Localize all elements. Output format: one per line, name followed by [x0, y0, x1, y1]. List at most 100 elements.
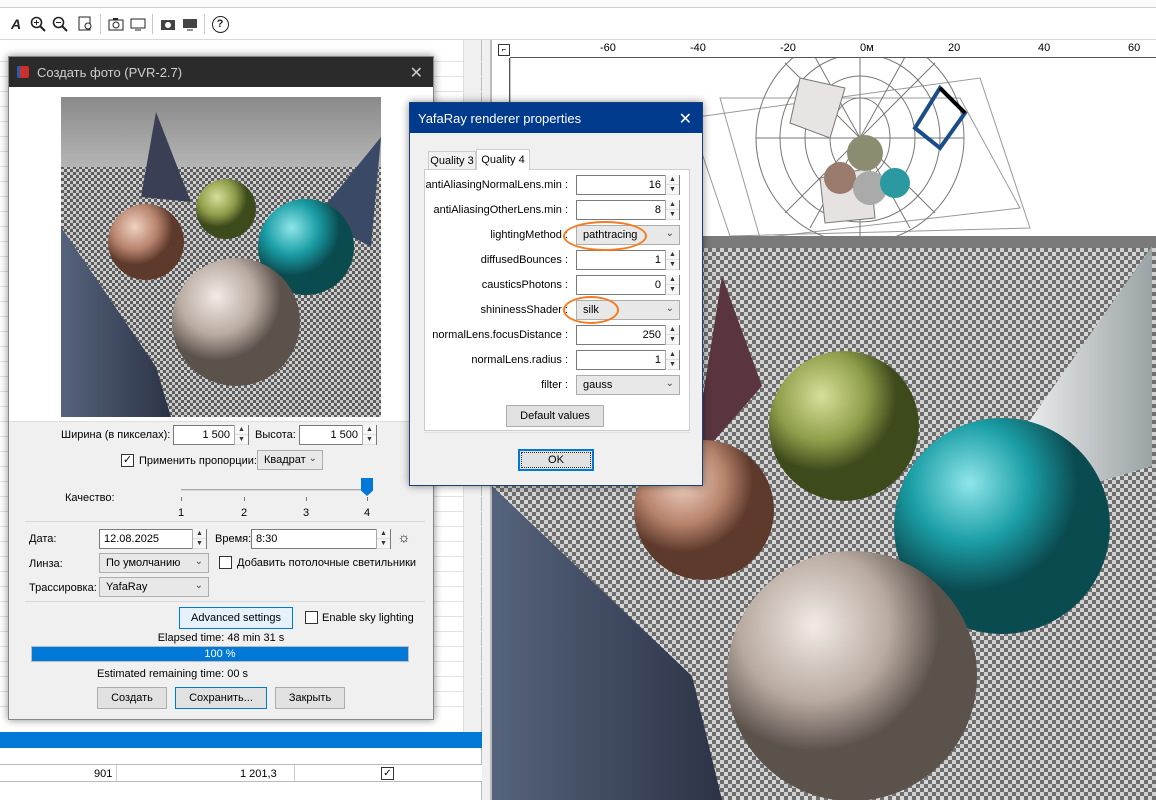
property-label: lightingMethod :	[490, 229, 568, 241]
property-spin-input[interactable]: 8 ▲ ▼	[576, 200, 680, 220]
chevron-down-icon: ⌄	[308, 453, 317, 464]
date-input[interactable]: 12.08.2025 ▲ ▼	[99, 529, 207, 549]
property-spin-input[interactable]: 250 ▲ ▼	[576, 325, 680, 345]
zoom-out-icon[interactable]	[50, 14, 70, 34]
elapsed-time: Elapsed time: 48 min 31 s	[157, 632, 285, 644]
tab-quality-3[interactable]: Quality 3	[428, 151, 476, 169]
property-value: 1	[654, 354, 661, 366]
remaining-time: Estimated remaining time: 00 s	[97, 668, 249, 680]
spinner[interactable]: ▲ ▼	[665, 275, 679, 295]
spinner[interactable]: ▲ ▼	[665, 325, 679, 345]
table-row[interactable]: 901 1 201,3 ✓	[0, 764, 482, 782]
width-input[interactable]: 1 500 ▲ ▼	[173, 425, 249, 445]
keep-proportions-checkbox[interactable]: ✓	[121, 454, 134, 467]
sun-icon[interactable]: ☼	[395, 529, 413, 547]
property-value: 16	[648, 179, 661, 191]
property-label: diffusedBounces :	[480, 254, 568, 266]
save-button[interactable]: Сохранить...	[175, 687, 267, 709]
width-spinner[interactable]: ▲ ▼	[234, 425, 248, 445]
property-select[interactable]: gauss ⌄	[576, 375, 680, 395]
annotation-highlight-ring	[563, 296, 619, 324]
close-icon[interactable]: ✕	[410, 63, 423, 83]
dialog-titlebar[interactable]: Создать фото (PVR-2.7) ✕	[9, 57, 433, 87]
help-icon[interactable]: ?	[210, 14, 230, 34]
ruler-top: -60 -40 -20 0м 20 40 60	[510, 40, 1156, 58]
chevron-down-icon: ⌄	[665, 378, 674, 389]
sky-lighting-checkbox[interactable]	[305, 611, 318, 624]
progress-text: 100 %	[204, 648, 236, 660]
zoom-in-icon[interactable]	[28, 14, 48, 34]
text-icon[interactable]: A	[6, 14, 26, 34]
quality-slider-thumb[interactable]	[361, 478, 373, 496]
property-label: normalLens.radius :	[471, 354, 568, 366]
property-label: normalLens.focusDistance :	[432, 329, 568, 341]
default-values-button[interactable]: Default values	[506, 405, 604, 427]
quality-label: Качество:	[65, 492, 115, 504]
camera-icon[interactable]	[106, 14, 126, 34]
dialog-titlebar[interactable]: YafaRay renderer properties ✕	[410, 103, 702, 133]
photo-icon[interactable]	[158, 14, 178, 34]
date-label: Дата:	[29, 533, 57, 545]
chevron-down-icon: ⌄	[194, 580, 203, 591]
lens-label: Линза:	[29, 558, 63, 570]
advanced-settings-button[interactable]: Advanced settings	[179, 607, 293, 629]
proportions-select[interactable]: Квадрат ⌄	[257, 450, 323, 470]
render-progress-bar: 100 %	[31, 646, 409, 662]
property-spin-input[interactable]: 1 ▲ ▼	[576, 250, 680, 270]
ruler-origin-icon[interactable]: ⌐	[498, 44, 510, 56]
height-label: Высота:	[255, 429, 296, 441]
yafaray-properties-dialog: YafaRay renderer properties ✕ Quality 3 …	[409, 102, 703, 486]
date-spinner[interactable]: ▲ ▼	[192, 529, 206, 549]
video-icon[interactable]	[180, 14, 200, 34]
quality-tick-label: 2	[241, 507, 248, 519]
quality-tick-label: 1	[178, 507, 185, 519]
table-cell: 1 201,3	[240, 768, 277, 780]
spinner[interactable]: ▲ ▼	[665, 350, 679, 370]
property-value: 1	[654, 254, 661, 266]
quality-tick-label: 4	[364, 507, 371, 519]
close-button[interactable]: Закрыть	[275, 687, 345, 709]
create-photo-dialog: Создать фото (PVR-2.7) ✕ Ширина (в пиксе…	[8, 56, 434, 720]
annotation-highlight-ring	[563, 221, 647, 251]
property-value: 250	[642, 329, 661, 341]
renderer-select[interactable]: YafaRay ⌄	[99, 577, 209, 597]
spinner[interactable]: ▲ ▼	[665, 250, 679, 270]
height-input[interactable]: 1 500 ▲ ▼	[299, 425, 377, 445]
time-spinner[interactable]: ▲ ▼	[376, 529, 390, 549]
spinner[interactable]: ▲ ▼	[665, 200, 679, 220]
property-label: causticsPhotons :	[481, 279, 568, 291]
close-icon[interactable]: ✕	[679, 109, 692, 129]
renderer-label: Трассировка:	[29, 582, 97, 594]
dialog-title: Создать фото (PVR-2.7)	[37, 64, 183, 80]
quality-slider-track[interactable]	[181, 489, 371, 491]
selected-table-row[interactable]	[0, 732, 482, 748]
chevron-down-icon: ⌄	[665, 303, 674, 314]
table-checkbox[interactable]: ✓	[381, 767, 394, 780]
time-input[interactable]: 8:30 ▲ ▼	[251, 529, 391, 549]
height-spinner[interactable]: ▲ ▼	[362, 425, 376, 445]
property-spin-input[interactable]: 16 ▲ ▼	[576, 175, 680, 195]
lens-select[interactable]: По умолчанию ⌄	[99, 553, 209, 573]
table-cell: 901	[94, 768, 113, 780]
ok-button[interactable]: OK	[518, 449, 594, 471]
property-value: 8	[654, 204, 661, 216]
app-logo-icon	[17, 66, 29, 78]
render-preview-image	[61, 97, 381, 417]
property-label: shininessShader :	[480, 304, 568, 316]
property-label: antiAliasingOtherLens.min :	[433, 204, 568, 216]
photo-preview-area	[9, 87, 433, 421]
property-label: antiAliasingNormalLens.min :	[425, 179, 568, 191]
sky-lighting-label: Enable sky lighting	[322, 612, 414, 624]
property-spin-input[interactable]: 1 ▲ ▼	[576, 350, 680, 370]
main-toolbar: A ?	[0, 0, 1156, 40]
tab-quality-4[interactable]: Quality 4	[476, 149, 530, 170]
spinner[interactable]: ▲ ▼	[665, 175, 679, 195]
ceiling-lights-label: Добавить потолочные светильники	[237, 557, 417, 569]
ceiling-lights-checkbox[interactable]	[219, 556, 232, 569]
property-label: filter :	[541, 379, 568, 391]
zoom-fit-icon[interactable]	[76, 14, 96, 34]
width-label: Ширина (в пикселах):	[61, 429, 171, 441]
camera-view-icon[interactable]	[128, 14, 148, 34]
create-button[interactable]: Создать	[97, 687, 167, 709]
property-spin-input[interactable]: 0 ▲ ▼	[576, 275, 680, 295]
